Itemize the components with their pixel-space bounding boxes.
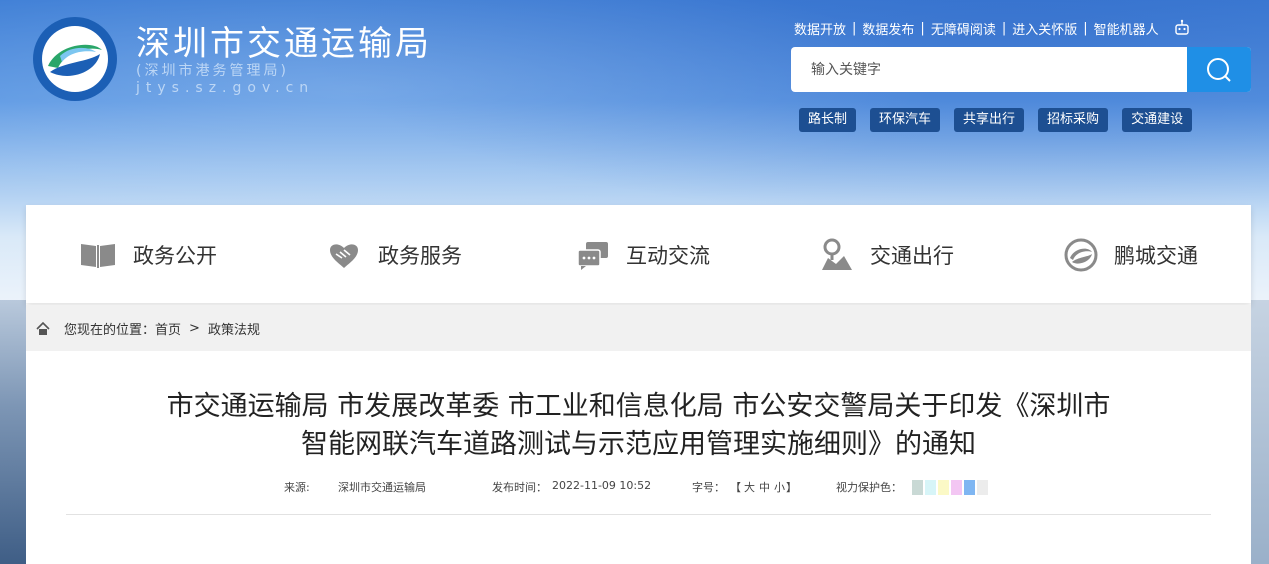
tag-eco-car[interactable]: 环保汽车 [870,108,941,132]
eye-color-swatch[interactable] [938,480,949,495]
breadcrumb-policy[interactable]: 政策法规 [208,319,260,338]
link-accessible-reading[interactable]: 无障碍阅读 [931,19,996,38]
source-label: 来源: [284,481,310,494]
logo-swirl-icon [1064,238,1098,272]
search-icon [1207,57,1231,82]
font-size-large[interactable]: 大 [744,479,755,495]
robot-icon[interactable] [1173,19,1191,37]
font-size-close-bracket: 】 [786,481,797,494]
link-data-open[interactable]: 数据开放 [794,19,846,38]
font-size-medium[interactable]: 中 [759,479,770,495]
nav-item-government-services[interactable]: 政务服务 [326,239,462,271]
nav-label: 交通出行 [870,244,954,268]
site-subtitle: (深圳市港务管理局) [136,63,289,79]
font-size-open-bracket: 【 [730,481,741,494]
eye-protection-label: 视力保护色： [836,481,902,494]
nav-item-interaction[interactable]: 互动交流 [576,239,710,271]
background-bridge-right [1251,300,1269,564]
search-input[interactable] [791,47,1187,92]
eye-color-swatch[interactable] [912,480,923,495]
tag-shared-travel[interactable]: 共享出行 [954,108,1025,132]
link-care-version[interactable]: 进入关怀版 [1012,19,1077,38]
link-separator: | [1083,20,1088,36]
article-title-line2: 智能网联汽车道路测试与示范应用管理实施细则》的通知 [301,429,976,460]
chat-icon [577,242,608,270]
link-separator: | [852,20,857,36]
eye-color-swatch[interactable] [951,480,962,495]
link-separator: | [1001,20,1007,36]
tag-procurement[interactable]: 招标采购 [1038,108,1109,132]
site-domain: jtys.sz.gov.cn [136,80,315,96]
breadcrumb-separator: > [189,320,200,336]
site-logo-emblem[interactable] [30,16,120,102]
nav-item-transport-travel[interactable]: 交通出行 [820,238,954,271]
book-icon [81,244,115,268]
main-nav: 政务公开 政务服务 互动交流 交通出行 鹏城交通 [26,205,1251,303]
handshake-icon [330,244,358,268]
nav-label: 鹏城交通 [1114,244,1198,268]
map-pin-icon [822,238,852,270]
main-panel: 政务公开 政务服务 互动交流 交通出行 鹏城交通 您现在的位置： 首页 > 政策… [26,205,1251,564]
tag-road-chief[interactable]: 路长制 [799,108,857,132]
article-title: 市交通运输局 市发展改革委 市工业和信息化局 市公安交警局关于印发《深圳市 智能… [86,388,1191,464]
nav-label: 政务公开 [133,244,217,268]
source-value: 深圳市交通运输局 [338,481,426,494]
background-bridge-left [0,300,26,564]
article-meta: 来源: 深圳市交通运输局 发布时间： 2022-11-09 10:52 字号： … [26,479,1251,497]
quick-tags: 路长制 环保汽车 共享出行 招标采购 交通建设 [799,108,1206,132]
meta-divider [66,514,1211,515]
site-title[interactable]: 深圳市交通运输局 [136,16,432,65]
nav-label: 互动交流 [626,244,710,268]
tag-construction[interactable]: 交通建设 [1122,108,1193,132]
search-box [791,47,1251,92]
eye-color-swatch[interactable] [925,480,936,495]
font-size-label: 字号： [692,481,725,494]
breadcrumb: 您现在的位置： 首页 > 政策法规 [26,305,1251,351]
nav-label: 政务服务 [378,244,462,268]
eye-color-swatch[interactable] [977,480,988,495]
link-separator: | [920,20,925,36]
nav-item-pengcheng-transport[interactable]: 鹏城交通 [1064,238,1198,272]
eye-protection-swatches [912,480,988,495]
font-size-small[interactable]: 小 [774,479,785,495]
top-links: 数据开放 | 数据发布 | 无障碍阅读 | 进入关怀版 | 智能机器人 [794,18,1191,38]
nav-item-government-affairs[interactable]: 政务公开 [79,239,217,271]
eye-color-swatch[interactable] [964,480,975,495]
link-data-release[interactable]: 数据发布 [862,19,914,38]
home-icon [36,321,50,335]
article-title-line1: 市交通运输局 市发展改革委 市工业和信息化局 市公安交警局关于印发《深圳市 [166,391,1111,422]
breadcrumb-prefix: 您现在的位置： [64,322,156,338]
breadcrumb-home[interactable]: 首页 [155,319,181,338]
search-button[interactable] [1187,47,1251,92]
publish-time-label: 发布时间： [492,481,547,494]
publish-time-value: 2022-11-09 10:52 [552,479,652,492]
link-smart-robot[interactable]: 智能机器人 [1094,19,1159,38]
